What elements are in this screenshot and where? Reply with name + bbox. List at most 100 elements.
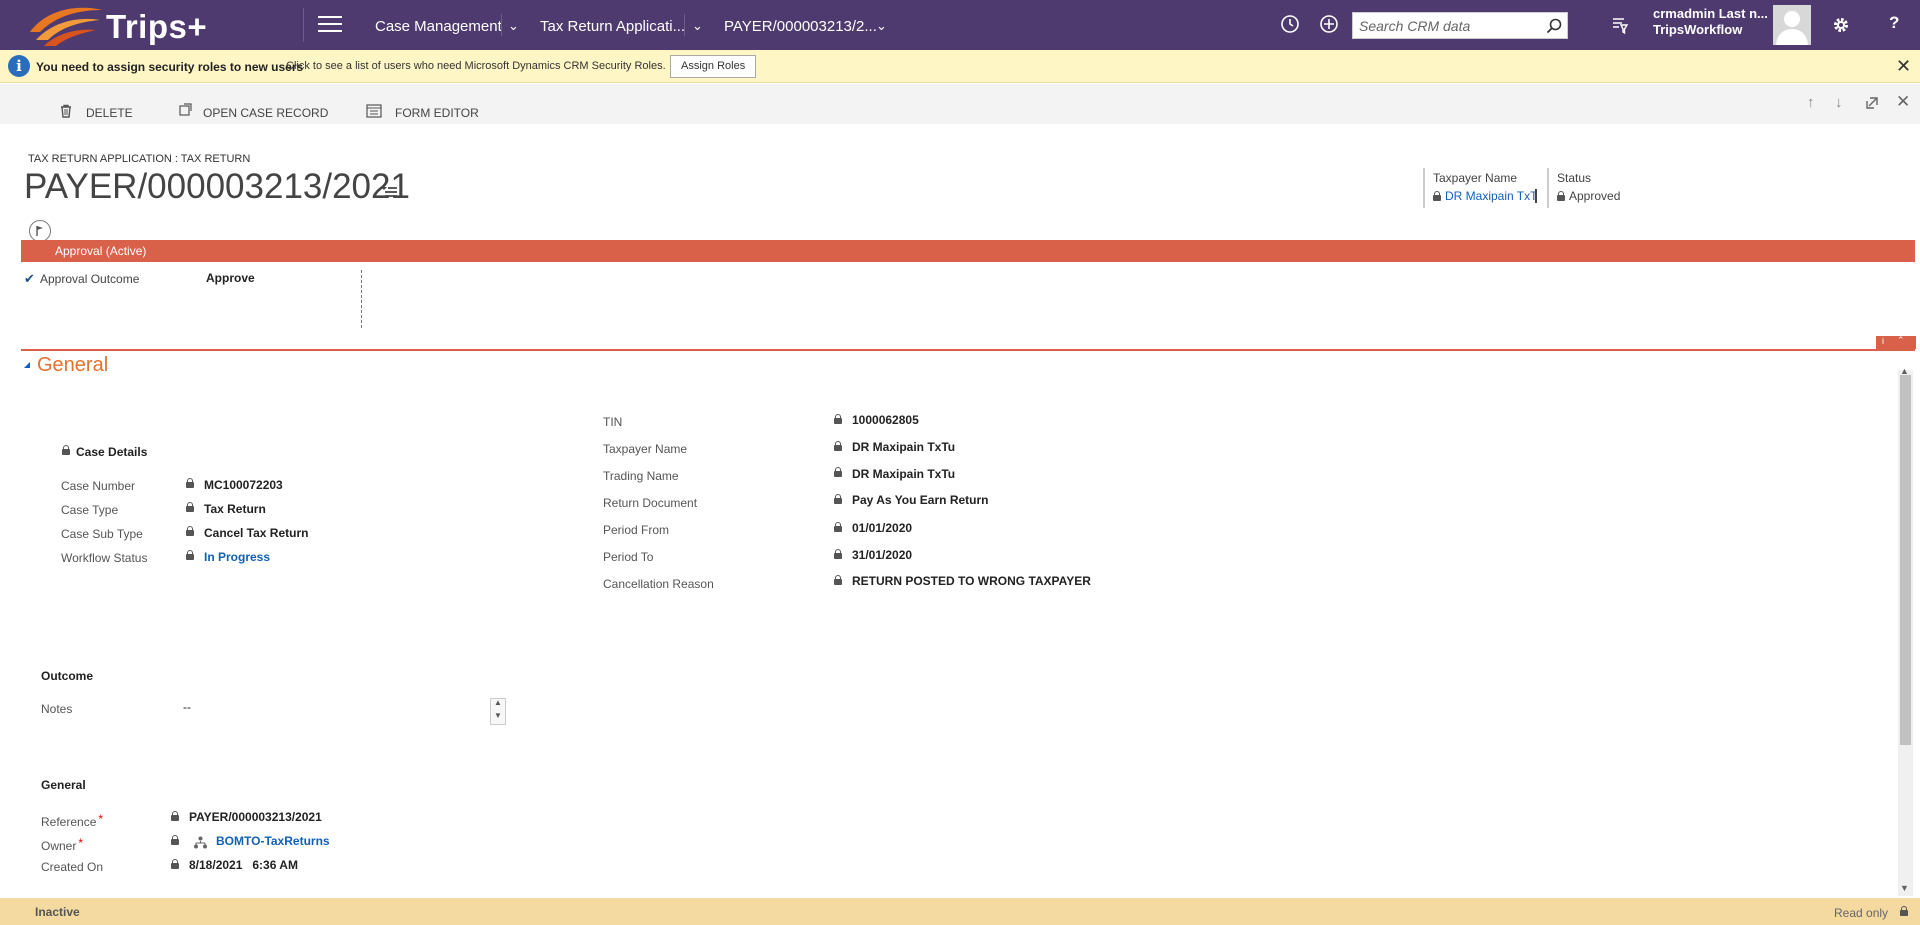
avatar[interactable] — [1773, 5, 1811, 45]
process-stage-bar[interactable]: Approval (Active) — [21, 240, 1915, 262]
taxpayer-name-label: Taxpayer Name — [603, 442, 688, 456]
created-on-value: 8/18/2021 6:36 AM — [189, 858, 298, 872]
collapse-triangle-icon[interactable] — [24, 362, 30, 368]
lock-icon — [834, 575, 842, 585]
taxpayer-name-value: DR Maxipain TxTu — [852, 440, 956, 454]
workflow-status-link[interactable]: In Progress — [204, 550, 270, 564]
user-silhouette-icon — [1776, 11, 1808, 45]
process-collapse-controls: i ⌃ — [1876, 335, 1916, 349]
approval-outcome-value[interactable]: Approve — [206, 271, 255, 285]
case-type-label: Case Type — [61, 503, 119, 517]
trading-name-value: DR Maxipain TxTu — [852, 467, 956, 481]
notes-field[interactable]: -- — [183, 700, 191, 714]
close-icon[interactable]: ✕ — [1896, 56, 1911, 77]
cancellation-reason-label: Cancellation Reason — [603, 577, 714, 591]
period-to-label: Period To — [603, 550, 654, 564]
open-case-record-button[interactable]: OPEN CASE RECORD — [203, 106, 328, 120]
notification-link[interactable]: Click to see a list of users who need Mi… — [286, 60, 666, 72]
lock-icon — [186, 550, 194, 560]
advanced-find-icon[interactable] — [1611, 15, 1631, 35]
scroll-down-icon[interactable]: ▼ — [494, 711, 502, 720]
status-value: Approved — [1569, 189, 1621, 203]
stage-divider-line — [21, 349, 1915, 351]
lock-icon — [186, 478, 194, 488]
taxpayer-name-link[interactable]: DR Maxipain TxTu — [1445, 189, 1535, 203]
flag-icon — [36, 226, 43, 236]
section-title-general[interactable]: General — [37, 354, 108, 377]
search-box — [1352, 12, 1568, 39]
form-editor-button[interactable]: FORM EDITOR — [395, 106, 479, 120]
page-title: PAYER/000003213/2021 — [24, 167, 410, 206]
form-scrollbar-thumb[interactable] — [1900, 375, 1911, 745]
team-icon — [194, 836, 207, 849]
settings-icon[interactable] — [1831, 15, 1851, 35]
next-record-icon[interactable]: ↓ — [1835, 94, 1843, 111]
required-marker: * — [98, 812, 104, 826]
cancellation-reason-value: RETURN POSTED TO WRONG TAXPAYER — [852, 574, 1091, 588]
lock-icon — [62, 445, 70, 455]
help-icon[interactable]: ? — [1889, 13, 1899, 33]
chevron-up-icon[interactable]: ⌃ — [1897, 335, 1905, 346]
lock-icon — [834, 549, 842, 559]
menu-icon[interactable] — [318, 16, 342, 34]
outcome-title: Outcome — [41, 669, 94, 683]
search-icon[interactable] — [1546, 18, 1562, 34]
lock-icon — [834, 441, 842, 451]
logo-text: Trips+ — [106, 8, 208, 45]
previous-record-icon[interactable]: ↑ — [1807, 94, 1815, 111]
breadcrumb-case-management[interactable]: Case Management — [375, 18, 502, 35]
status-bar: Inactive Read only — [0, 898, 1920, 925]
create-icon[interactable] — [1319, 14, 1339, 34]
period-from-value: 01/01/2020 — [852, 521, 913, 535]
lock-icon — [834, 494, 842, 504]
case-sub-type-label: Case Sub Type — [61, 527, 143, 541]
chevron-down-icon[interactable]: ⌄ — [508, 18, 519, 34]
breadcrumb-tax-return-application[interactable]: Tax Return Applicati... — [540, 18, 685, 35]
scroll-up-icon[interactable]: ▲ — [494, 698, 502, 707]
case-details-title: Case Details — [76, 445, 148, 459]
chevron-down-icon[interactable]: ⌄ — [692, 18, 703, 34]
stage-divider — [361, 270, 362, 328]
case-number-value: MC100072203 — [204, 478, 283, 492]
chevron-down-icon[interactable]: ⌄ — [876, 18, 887, 34]
pop-out-icon[interactable] — [1865, 96, 1879, 110]
read-only-indicator: Read only — [1834, 906, 1889, 920]
lock-icon — [171, 835, 179, 845]
notes-scroll-control[interactable]: ▲ ▼ — [490, 698, 506, 725]
owner-label: Owner * — [41, 836, 83, 853]
tin-value: 1000062805 — [852, 413, 919, 427]
trips-plus-logo[interactable]: Trips+ — [26, 2, 251, 48]
case-sub-type-value: Cancel Tax Return — [204, 526, 309, 540]
form-editor-icon — [366, 104, 382, 118]
assign-roles-button[interactable]: Assign Roles — [670, 55, 757, 78]
search-input[interactable] — [1359, 17, 1539, 35]
header-field-value: Approved — [1557, 189, 1620, 203]
breadcrumb-record[interactable]: PAYER/000003213/2... — [724, 18, 877, 35]
process-flag-button[interactable] — [29, 220, 51, 242]
delete-icon — [61, 104, 71, 118]
scroll-down-icon[interactable]: ▼ — [1900, 883, 1909, 893]
lock-icon — [171, 811, 179, 821]
lock-icon — [834, 414, 842, 424]
recent-icon[interactable] — [1280, 14, 1300, 34]
trading-name-label: Trading Name — [603, 469, 679, 483]
delete-button[interactable]: DELETE — [86, 106, 133, 120]
open-record-icon — [179, 103, 192, 116]
top-navigation-bar: Trips+ Case Management ⌄ Tax Return Appl… — [0, 0, 1920, 50]
info-icon[interactable]: i — [1882, 336, 1884, 346]
header-field-taxpayer-name: Taxpayer Name DR Maxipain TxTu — [1423, 168, 1537, 208]
lock-icon — [1557, 191, 1565, 201]
user-organization[interactable]: TripsWorkflow — [1653, 22, 1742, 37]
close-form-icon[interactable]: ✕ — [1896, 92, 1910, 112]
lock-icon — [834, 467, 842, 477]
record-state: Inactive — [35, 905, 80, 919]
reference-value: PAYER/000003213/2021 — [189, 810, 322, 824]
form-selector-icon[interactable] — [380, 185, 398, 199]
header-field-value[interactable]: DR Maxipain TxTu — [1433, 189, 1537, 203]
reference-label: Reference * — [41, 812, 103, 829]
user-name[interactable]: crmadmin Last n... — [1653, 6, 1768, 21]
created-on-label: Created On — [41, 860, 104, 874]
return-document-label: Return Document — [603, 496, 698, 510]
scroll-up-icon[interactable]: ▲ — [1900, 366, 1909, 376]
owner-link[interactable]: BOMTO-TaxReturns — [216, 834, 330, 848]
